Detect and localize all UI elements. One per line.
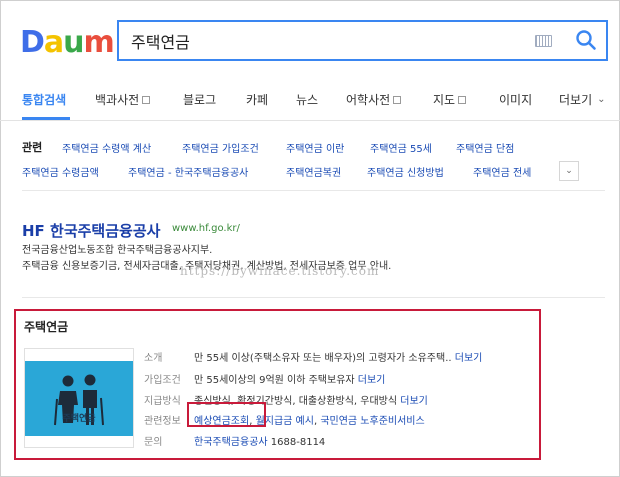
result-description-line: 전국금융산업노동조합 한국주택금융공사지부. [22,245,213,256]
info-card-image-label: 주택연금 [62,414,96,424]
related-link[interactable]: 주택연금 이란 [286,140,344,155]
logo-letter-d: D [20,25,45,60]
result-url[interactable]: www.hf.go.kr/ [172,223,240,234]
row-label-related-info: 관련정보 [144,416,181,427]
tab-label: 이미지 [499,93,533,107]
tab-label: 블로그 [183,93,217,107]
checkbox-icon[interactable] [142,95,151,104]
active-tab-underline [22,117,70,120]
row-text: 만 55세이상의 9억원 이하 주택보유자 [194,375,358,386]
row-label-payment: 지급방식 [144,396,181,407]
info-card-title[interactable]: 주택연금 [24,318,68,335]
divider [22,297,605,298]
tab-news[interactable]: 뉴스 [296,91,318,108]
phone-number: 1688-8114 [267,437,326,448]
checkbox-icon[interactable] [393,95,402,104]
more-link[interactable]: 더보기 [400,396,428,407]
chevron-down-icon: ⌄ [565,166,573,176]
row-label-contact: 문의 [144,437,163,448]
result-title-link[interactable]: HF 한국주택금융공사 [22,220,160,241]
row-value-contact: 한국주택금융공사 1688-8114 [194,433,325,448]
hf-contact-link[interactable]: 한국주택금융공사 [194,437,268,448]
elderly-couple-icon [54,374,104,426]
watermark: https://bywinace.tistory.com [180,264,380,278]
tab-map[interactable]: 지도 [433,91,467,108]
daum-logo[interactable]: D a u m [20,24,115,60]
related-expand-button[interactable]: ⌄ [559,161,579,181]
related-link[interactable]: 주택연금 55세 [370,140,432,155]
related-link[interactable]: 주택연금 전세 [473,164,531,179]
related-title: 관련 [22,141,43,154]
logo-letter-m: m [83,25,115,60]
row-value-eligibility: 만 55세이상의 9억원 이하 주택보유자 더보기 [194,371,385,386]
tab-label: 카페 [246,93,269,107]
logo-letter-a: a [43,25,64,60]
tab-image[interactable]: 이미지 [499,91,532,108]
tab-label: 지도 [433,93,456,107]
tab-dictionary[interactable]: 어학사전 [346,91,402,108]
related-link[interactable]: 주택연금 수령금액 [22,164,99,179]
tab-label: 어학사전 [346,93,391,107]
tab-more[interactable]: 더보기 ⌄ [559,91,606,108]
elderly-couple-illustration [25,361,133,436]
more-link[interactable]: 더보기 [455,353,483,364]
related-link[interactable]: 주택연금 가입조건 [182,140,259,155]
related-link[interactable]: 주택연금복권 [286,164,341,179]
row-value-intro: 만 55세 이상(주택소유자 또는 배우자)의 고령자가 소유주택.. 더보기 [194,349,482,364]
row-label-intro: 소개 [144,353,163,364]
tab-label: 통합검색 [22,93,67,107]
search-button[interactable] [574,28,598,52]
related-link[interactable]: 주택연금 수령액 계산 [62,140,151,155]
search-input[interactable] [131,30,511,52]
tab-cafe[interactable]: 카페 [246,91,268,108]
pension-estimate-highlight-box [187,402,266,427]
more-link[interactable]: 더보기 [358,375,386,386]
related-link[interactable]: 주택연금 신청방법 [367,164,444,179]
related-link[interactable]: 주택연금 - 한국주택금융공사 [128,164,248,179]
keyboard-icon[interactable] [535,35,552,47]
search-box [117,20,608,61]
tab-label: 뉴스 [296,93,319,107]
row-label-eligibility: 가입조건 [144,375,181,386]
tab-blog[interactable]: 블로그 [183,91,216,108]
search-tabs: 통합검색 백과사전 블로그 카페 뉴스 어학사전 지도 이미지 더보기 ⌄ [0,85,620,121]
related-link[interactable]: 주택연금 단점 [456,140,514,155]
checkbox-icon[interactable] [458,95,467,104]
national-pension-link[interactable]: 국민연금 노후준비서비스 [320,416,424,427]
chevron-down-icon: ⌄ [597,94,606,105]
tab-label: 더보기 [559,93,593,107]
tab-integrated-search[interactable]: 통합검색 [22,91,66,108]
info-card-image[interactable]: 주택연금 [24,348,134,448]
tab-encyclopedia[interactable]: 백과사전 [95,91,151,108]
divider [22,190,605,191]
tab-label: 백과사전 [95,93,140,107]
logo-letter-u: u [63,25,84,60]
search-icon [576,30,596,50]
row-text: 만 55세 이상(주택소유자 또는 배우자)의 고령자가 소유주택.. [194,353,455,364]
